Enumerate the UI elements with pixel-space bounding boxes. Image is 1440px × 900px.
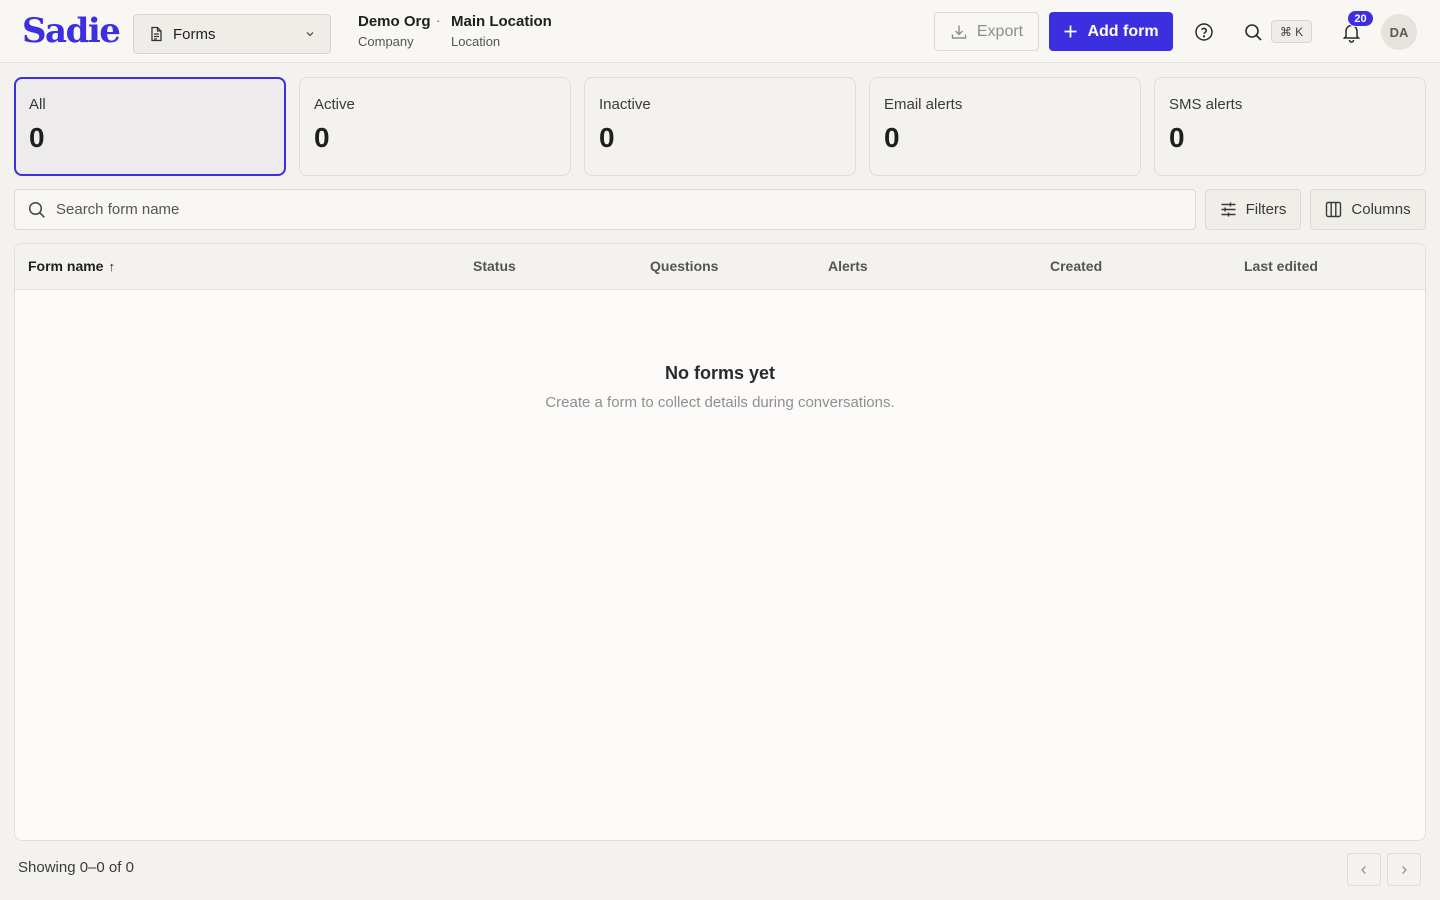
logo[interactable]: Sadie [22, 11, 121, 51]
org-switcher[interactable]: Demo Org Company [358, 12, 431, 51]
next-page-button[interactable] [1387, 853, 1421, 886]
chevron-right-icon [1402, 865, 1407, 874]
stat-value: 0 [29, 122, 45, 153]
filters-label: Filters [1245, 201, 1287, 218]
previous-page-button[interactable] [1347, 853, 1381, 886]
breadcrumb-separator: · [436, 13, 441, 28]
table-header: Form name ↑ Status Questions Alerts Crea… [15, 244, 1425, 290]
column-header-status[interactable]: Status [473, 258, 516, 274]
notification-badge: 20 [1347, 10, 1374, 27]
location-type: Location [451, 34, 501, 49]
columns-button[interactable]: Columns [1310, 189, 1426, 230]
search-icon [28, 201, 45, 218]
stat-card-inactive[interactable]: Inactive 0 [584, 77, 856, 176]
search-icon[interactable] [1241, 20, 1265, 44]
location-switcher[interactable]: Main Location Location [451, 12, 552, 51]
stat-value: 0 [1169, 122, 1185, 153]
empty-state-title: No forms yet [664, 363, 776, 383]
top-bar: Sadie Forms Demo Org Company · Main Loca… [0, 0, 1440, 63]
columns-icon [1326, 201, 1342, 218]
stat-value: 0 [314, 122, 330, 153]
stat-card-active[interactable]: Active 0 [299, 77, 571, 176]
chevron-left-icon [1361, 865, 1366, 874]
column-header-form-name[interactable]: Form name ↑ [28, 258, 115, 274]
export-button[interactable]: Export [934, 12, 1039, 51]
forms-table: Form name ↑ Status Questions Alerts Crea… [14, 243, 1426, 841]
stat-label: SMS alerts [1169, 96, 1243, 113]
stat-card-sms-alerts[interactable]: SMS alerts 0 [1154, 77, 1426, 176]
document-icon [151, 26, 162, 42]
download-icon [951, 25, 967, 39]
search-box[interactable] [14, 189, 1196, 230]
column-header-created[interactable]: Created [1050, 258, 1102, 274]
stat-label: Inactive [599, 96, 651, 113]
columns-label: Columns [1351, 201, 1411, 218]
add-form-button[interactable]: Add form [1049, 12, 1173, 51]
column-header-alerts[interactable]: Alerts [828, 258, 868, 274]
column-header-last-edited[interactable]: Last edited [1244, 258, 1318, 274]
avatar[interactable]: DA [1381, 14, 1417, 50]
search-shortcut: ⌘ K [1271, 20, 1312, 43]
sliders-icon [1221, 202, 1236, 217]
plus-icon [1064, 25, 1077, 38]
filters-button[interactable]: Filters [1205, 189, 1301, 230]
column-header-questions[interactable]: Questions [650, 258, 718, 274]
pagination-summary: Showing 0–0 of 0 [18, 859, 134, 876]
column-label: Form name [28, 258, 104, 274]
stat-card-email-alerts[interactable]: Email alerts 0 [869, 77, 1141, 176]
add-form-label: Add form [1087, 22, 1159, 40]
export-label: Export [976, 22, 1024, 40]
page-select-label: Forms [173, 25, 216, 43]
stat-label: Email alerts [884, 96, 963, 113]
help-icon[interactable] [1192, 20, 1216, 44]
empty-state-subtitle: Create a form to collect details during … [545, 394, 895, 411]
org-name: Demo Org [358, 13, 431, 30]
stat-label: All [29, 96, 46, 113]
stat-label: Active [314, 96, 355, 113]
stat-value: 0 [599, 122, 615, 153]
stat-value: 0 [884, 122, 900, 153]
chevron-down-icon [306, 32, 314, 37]
page-select[interactable]: Forms [133, 14, 331, 54]
search-input[interactable] [56, 201, 1182, 218]
stat-card-all[interactable]: All 0 [14, 77, 286, 176]
location-name: Main Location [451, 13, 552, 30]
sort-arrow-icon: ↑ [108, 258, 115, 274]
org-type: Company [358, 34, 414, 49]
